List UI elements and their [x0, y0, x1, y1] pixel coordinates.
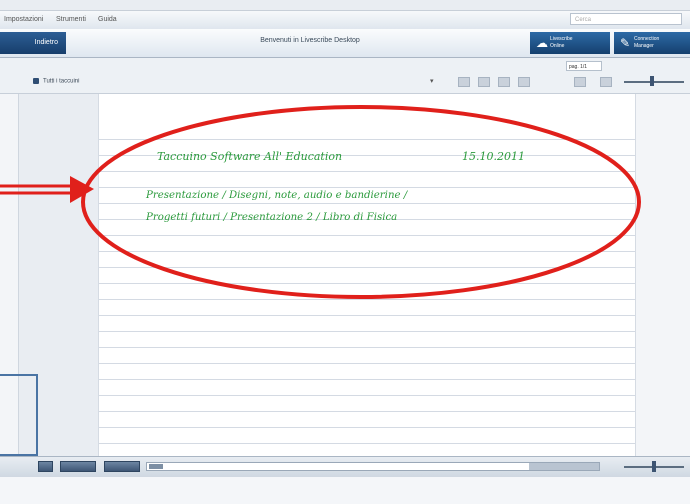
ruled-lines — [99, 124, 635, 456]
scrollbar-thumb[interactable] — [149, 464, 163, 469]
app-button-sublabel-1: Online — [550, 43, 565, 49]
app-button-label-2: Connection — [634, 36, 660, 42]
menu-impostazioni[interactable]: Impostazioni — [4, 16, 43, 23]
previous-page-button[interactable] — [60, 461, 96, 472]
scrollbar-end-segment — [529, 463, 599, 470]
print-icon[interactable] — [518, 77, 530, 87]
fit-page-icon[interactable] — [574, 77, 586, 87]
page-view-icon[interactable] — [458, 77, 470, 87]
menu-bar: Impostazioni Strumenti Guida Cerca — [0, 10, 690, 30]
audio-icon[interactable] — [498, 77, 510, 87]
chevron-down-icon[interactable]: ▾ — [430, 77, 434, 85]
zoom-slider-thumb[interactable] — [650, 76, 654, 86]
horizontal-scrollbar[interactable] — [146, 462, 600, 471]
zoom-out-icon[interactable] — [600, 77, 612, 87]
notebook-icon — [33, 78, 39, 84]
right-gutter — [635, 94, 690, 456]
zoom-slider[interactable] — [624, 81, 684, 83]
livescribe-online-button[interactable]: ☁ Livescribe Online — [530, 32, 610, 54]
back-button[interactable]: Indietro — [0, 32, 66, 54]
toolbar: Tutti i taccuini ▾ pag. 1/1 — [0, 58, 690, 94]
first-page-button[interactable] — [38, 461, 53, 472]
handwriting-line-2: Presentazione / Disegni, note, audio e b… — [146, 190, 408, 201]
thumbnail-icon[interactable] — [478, 77, 490, 87]
view-menu-button[interactable]: Tutti i taccuini — [33, 78, 79, 85]
app-button-sublabel-2: Manager — [634, 43, 654, 49]
view-menu-label: Tutti i taccuini — [43, 78, 80, 85]
search-input[interactable]: Cerca — [570, 13, 682, 25]
footer — [0, 477, 690, 504]
title-bar: Indietro Benvenuti in Livescribe Desktop… — [0, 29, 690, 58]
bottom-zoom-thumb[interactable] — [652, 461, 656, 472]
handwriting-date: 15.10.2011 — [462, 150, 525, 163]
connection-manager-button[interactable]: ✎ Connection Manager — [614, 32, 690, 54]
handwriting-line-3: Progetti futuri / Presentazione 2 / Libr… — [146, 212, 398, 223]
notebook-selection-box[interactable] — [0, 374, 38, 456]
pen-icon: ✎ — [620, 36, 631, 50]
cloud-icon: ☁ — [536, 36, 548, 50]
handwriting-line-1: Taccuino Software All' Education — [157, 150, 343, 163]
document-title: Benvenuti in Livescribe Desktop — [260, 37, 360, 44]
page-number-field[interactable]: pag. 1/1 — [566, 61, 602, 71]
notebook-page[interactable] — [98, 94, 636, 456]
app-button-label-1: Livescribe — [550, 36, 573, 42]
bottom-bar — [0, 456, 690, 477]
next-page-button[interactable] — [104, 461, 140, 472]
menu-guida[interactable]: Guida — [98, 16, 117, 23]
menu-strumenti[interactable]: Strumenti — [56, 16, 86, 23]
